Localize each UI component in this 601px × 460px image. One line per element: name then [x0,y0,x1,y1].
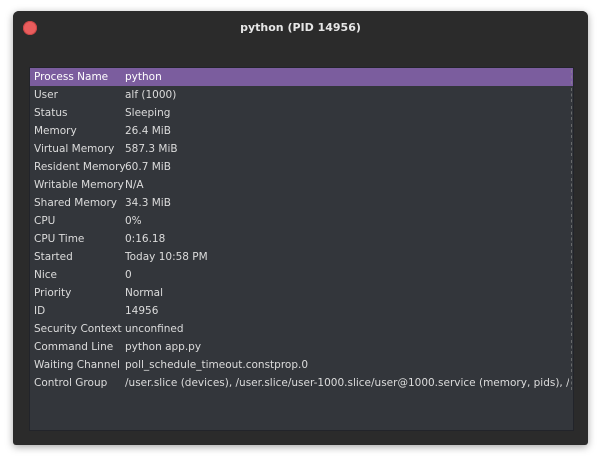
property-row[interactable]: Status Sleeping [30,104,573,122]
property-row[interactable]: Waiting Channel poll_schedule_timeout.con… [30,356,573,374]
column-edge-divider [570,106,572,120]
property-name: Virtual Memory [34,143,115,155]
property-row[interactable]: CPU 0% [30,212,573,230]
property-row[interactable]: Nice 0 [30,266,573,284]
property-name: Shared Memory [34,197,118,209]
property-row[interactable]: Started Today 10:58 PM [30,248,573,266]
property-value: Normal [125,287,163,299]
column-edge-divider [570,124,572,138]
property-name: Status [34,107,68,119]
column-edge-divider [570,88,572,102]
property-name: Control Group [34,377,108,389]
property-value: 0% [125,215,142,227]
property-name: Security Context [34,323,122,335]
close-button[interactable] [23,21,37,35]
property-value: Sleeping [125,107,171,119]
property-name: Resident Memory [34,161,126,173]
property-row[interactable]: Command Line python app.py [30,338,573,356]
property-row[interactable]: Priority Normal [30,284,573,302]
column-edge-divider [570,358,572,372]
column-edge-divider [570,196,572,210]
properties-rows: Process Name python User alf (1000) Status Sl… [30,68,573,392]
property-value: 587.3 MiB [125,143,178,155]
property-value: 34.3 MiB [125,197,171,209]
column-edge-divider [570,232,572,246]
property-name: Nice [34,269,58,281]
column-edge-divider [570,322,572,336]
property-value: 0 [125,269,132,281]
property-value: 26.4 MiB [125,125,171,137]
column-edge-divider [570,142,572,156]
property-value: python app.py [125,341,202,353]
property-value: poll_schedule_timeout.constprop.0 [125,359,309,371]
property-value: /user.slice (devices), /user.slice/user-… [125,377,569,389]
property-row[interactable]: Shared Memory 34.3 MiB [30,194,573,212]
property-name: Waiting Channel [34,359,120,371]
property-row[interactable]: User alf (1000) [30,86,573,104]
process-properties-window: python (PID 14956) Process Name python Use… [13,11,588,445]
column-edge-divider [570,286,572,300]
properties-list[interactable]: Process Name python User alf (1000) Status Sl… [29,67,574,431]
property-name: Memory [34,125,77,137]
property-name: CPU [34,215,56,227]
column-edge-divider [570,268,572,282]
property-name: User [34,89,58,101]
property-name: CPU Time [34,233,85,245]
property-row[interactable]: Process Name python [30,68,573,86]
column-edge-divider [570,250,572,264]
column-edge-divider [570,70,572,84]
property-row[interactable]: CPU Time 0:16.18 [30,230,573,248]
property-value: python [125,71,162,83]
property-row[interactable]: Resident Memory 60.7 MiB [30,158,573,176]
property-row[interactable]: ID 14956 [30,302,573,320]
column-edge-divider [570,340,572,354]
property-value: Today 10:58 PM [125,251,208,263]
property-row[interactable]: Writable Memory N/A [30,176,573,194]
column-edge-divider [570,376,572,390]
property-row[interactable]: Memory 26.4 MiB [30,122,573,140]
title-bar[interactable]: python (PID 14956) [13,11,588,46]
property-row[interactable]: Virtual Memory 587.3 MiB [30,140,573,158]
property-name: Started [34,251,73,263]
property-value: 60.7 MiB [125,161,171,173]
column-edge-divider [570,160,572,174]
property-name: Writable Memory [34,179,124,191]
property-value: N/A [125,179,144,191]
column-edge-divider [570,214,572,228]
property-value: 0:16.18 [125,233,166,245]
column-edge-divider [570,178,572,192]
property-row[interactable]: Security Context unconfined [30,320,573,338]
property-value: alf (1000) [125,89,177,101]
property-name: Process Name [34,71,109,83]
property-row[interactable]: Control Group/user.slice (devices), /use… [30,374,573,392]
window-title: python (PID 14956) [240,21,361,34]
column-edge-divider [570,304,572,318]
property-name: ID [34,305,46,317]
property-name: Command Line [34,341,114,353]
property-value: 14956 [125,305,159,317]
property-name: Priority [34,287,72,299]
property-value: unconfined [125,323,184,335]
